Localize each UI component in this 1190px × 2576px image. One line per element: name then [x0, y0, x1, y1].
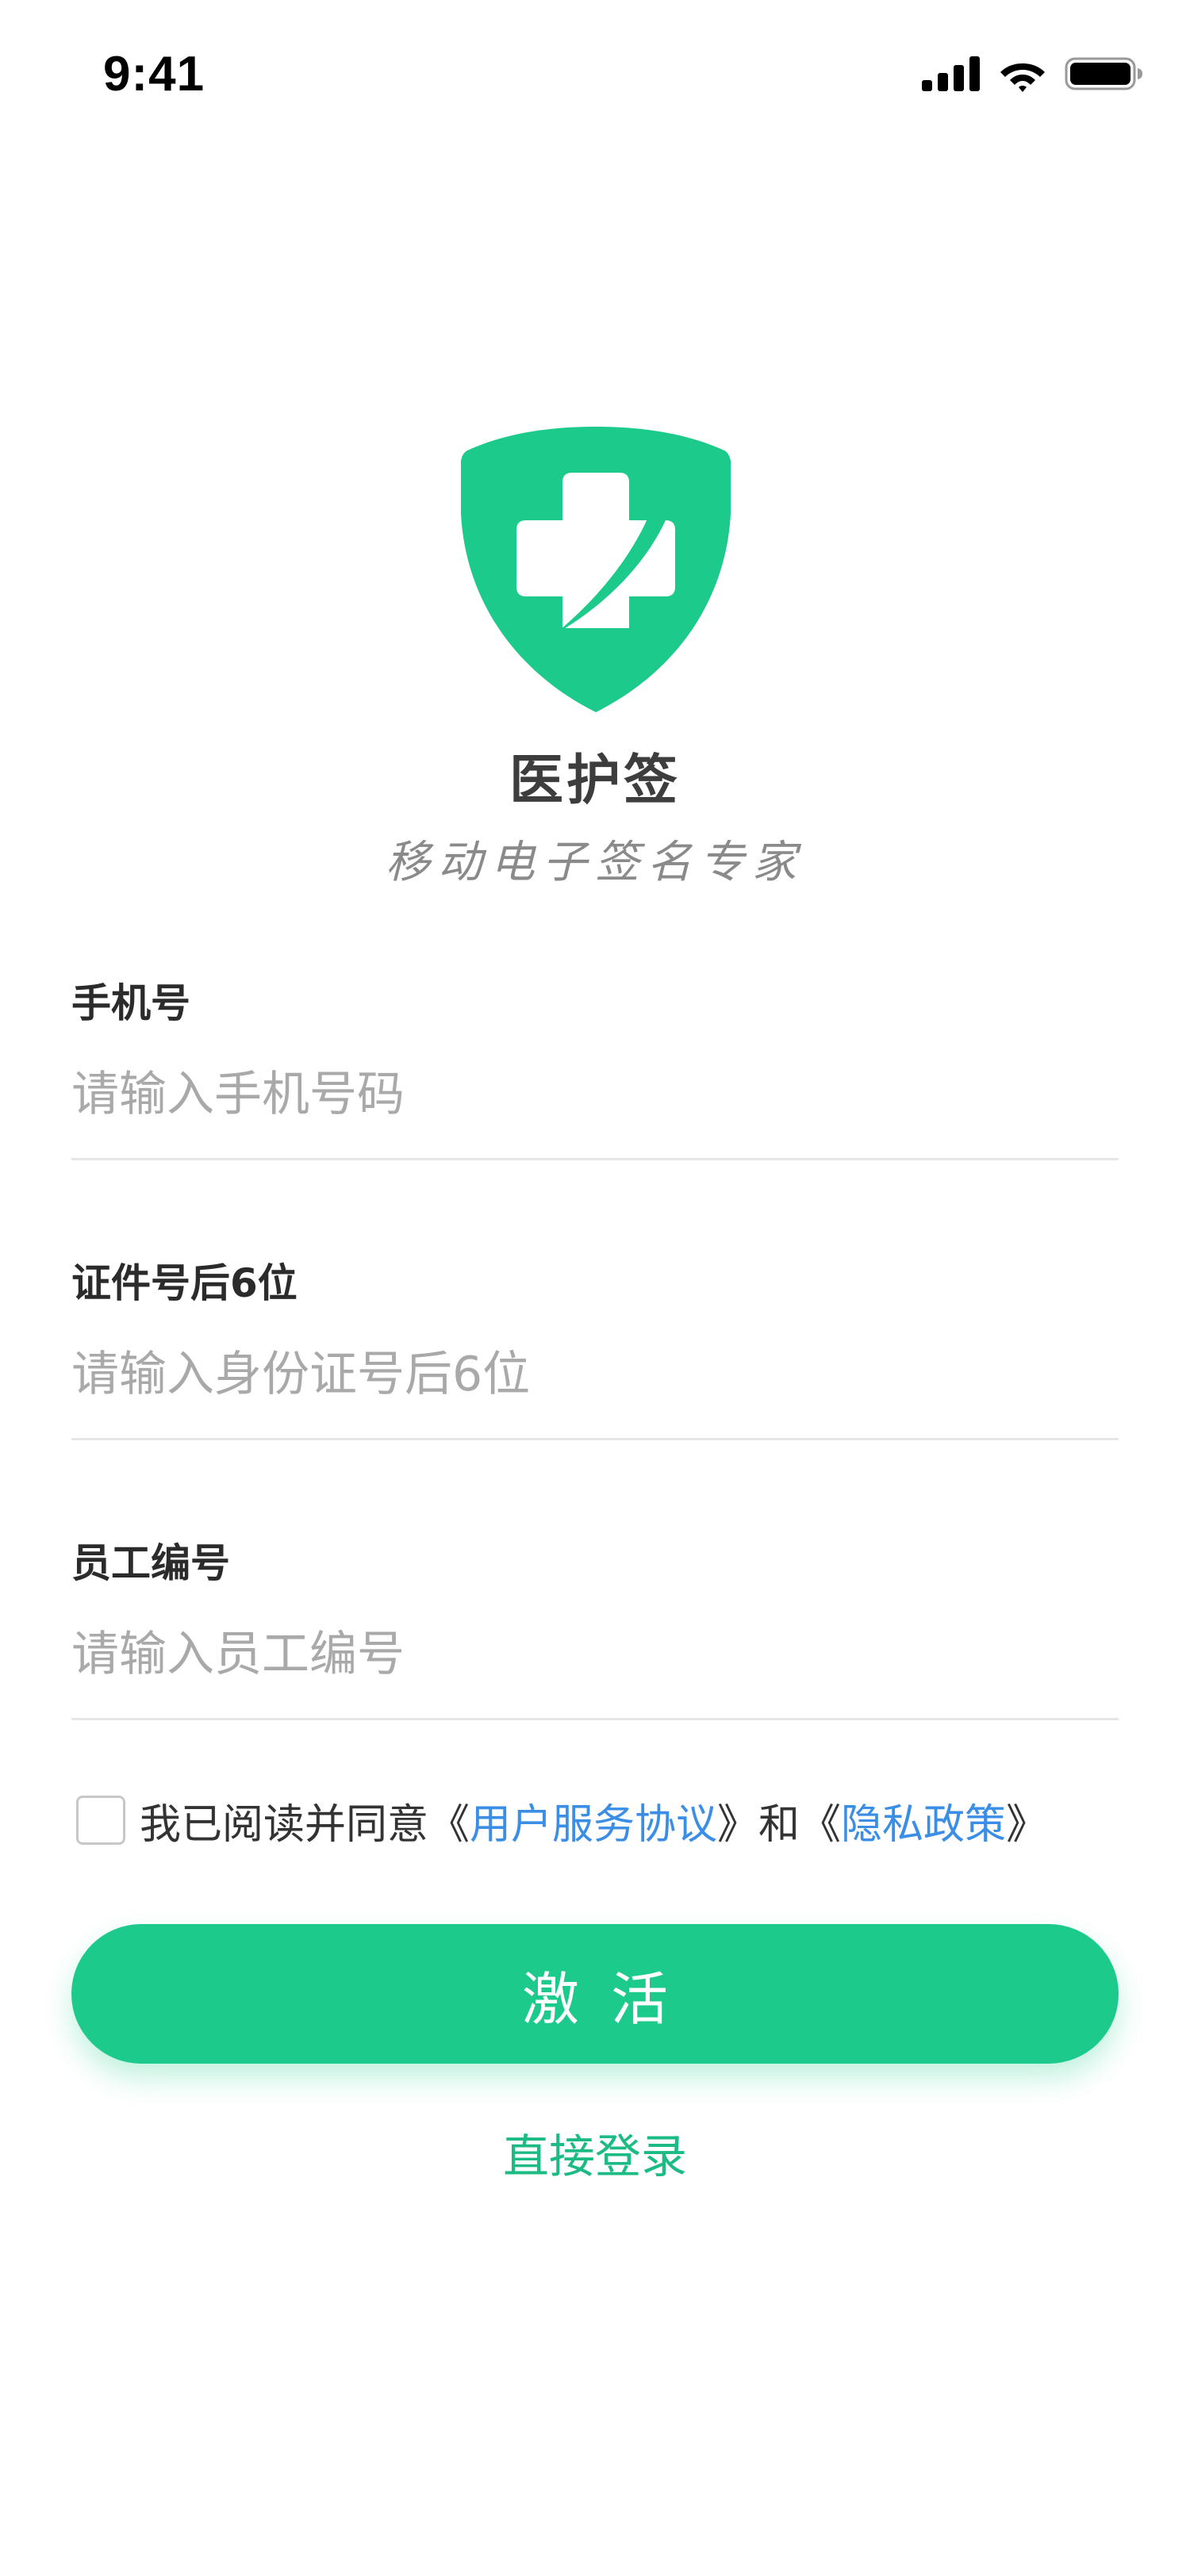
medical-shield-logo: [461, 427, 731, 712]
phone-field-group: 手机号: [71, 972, 1119, 1162]
agreement-middle-text: 》和《: [717, 1800, 842, 1849]
employee-no-input[interactable]: [71, 1619, 1119, 1690]
id-suffix-label: 证件号后6位: [71, 1260, 298, 1306]
phone-label: 手机号: [71, 980, 190, 1026]
agreement-suffix-text: 》: [1006, 1800, 1048, 1849]
privacy-link[interactable]: 隐私政策: [841, 1791, 1006, 1850]
direct-login-link[interactable]: 直接登录: [0, 2119, 1190, 2186]
phone-input[interactable]: [71, 1059, 1119, 1130]
battery-icon: [1065, 57, 1142, 90]
app-slogan: 移动电子签名专家: [386, 837, 804, 888]
agreement-prefix-text: 我已阅读并同意《: [140, 1800, 470, 1849]
wifi-icon: [1000, 63, 1045, 92]
employee-no-divider: [71, 1718, 1119, 1720]
id-suffix-input[interactable]: [71, 1339, 1119, 1410]
status-icons: [922, 54, 1144, 94]
activate-button[interactable]: 激活: [71, 1924, 1119, 2064]
terms-link[interactable]: 用户服务协议: [470, 1791, 717, 1850]
id-suffix-divider: [71, 1438, 1119, 1440]
id-suffix-field-group: 证件号后6位: [71, 1252, 1119, 1442]
app-name: 医护签: [509, 749, 681, 812]
status-bar: 9:41: [0, 0, 1190, 151]
employee-no-field-group: 员工编号: [71, 1531, 1119, 1722]
phone-divider: [71, 1158, 1119, 1160]
status-time: 9:41: [103, 47, 205, 102]
cellular-signal-icon: [922, 56, 980, 91]
agreement-checkbox[interactable]: [76, 1796, 125, 1845]
employee-no-label: 员工编号: [71, 1540, 230, 1586]
agreement-row: 我已阅读并同意《 用户服务协议 》和《 隐私政策 》: [76, 1788, 1131, 1852]
